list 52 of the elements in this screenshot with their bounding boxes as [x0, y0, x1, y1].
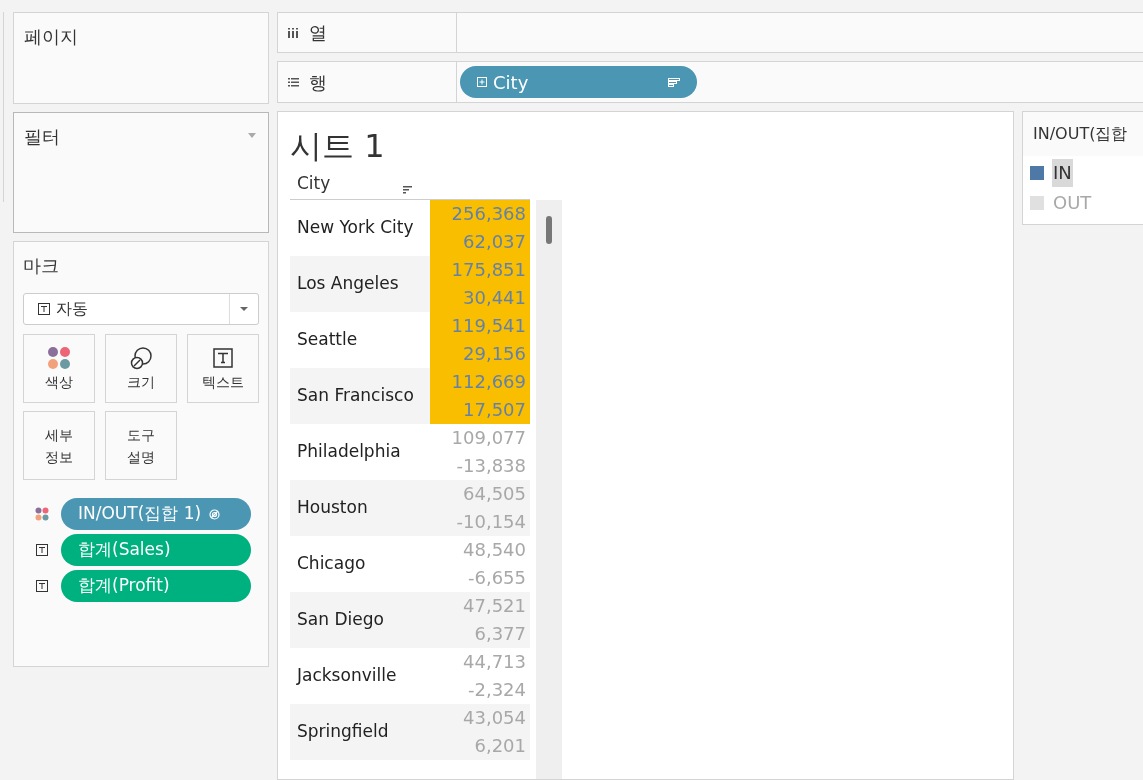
city-cell-text: Seattle [296, 328, 359, 352]
city-cell-text: Chicago [296, 552, 367, 576]
legend-title: IN/OUT(집합 [1033, 123, 1128, 145]
sheet-title: 시트 1 [290, 126, 386, 166]
set-icon [209, 508, 221, 520]
city-cell-text: Houston [296, 496, 369, 520]
city-cell-text: San Diego [296, 608, 385, 632]
scrollbar-thumb[interactable] [546, 216, 552, 244]
city-cell-text: Los Angeles [296, 272, 400, 296]
card-title: 페이지 [24, 26, 78, 47]
value-cell-text: 43,054 6,201 [462, 706, 527, 758]
value-cell-text: 48,540 -6,655 [462, 538, 527, 590]
four-dots-icon [35, 507, 49, 521]
card-title: 필터 [24, 125, 60, 149]
mark-color-button[interactable]: 색상 [23, 334, 95, 403]
legend-item[interactable]: IN [1052, 159, 1073, 187]
mark-detail-button[interactable]: 세부 정보 [23, 411, 95, 480]
text-icon [36, 580, 48, 592]
columns-icon [288, 27, 299, 38]
mark-type-label: 자동 [56, 298, 89, 320]
four-dots-icon [47, 345, 71, 370]
value-cell: 175,851 30,441 [430, 256, 530, 312]
value-cell-text: 47,521 6,377 [462, 594, 527, 646]
text-mark-icon [38, 303, 50, 315]
dropdown-caret-icon [240, 307, 248, 311]
city-cell-text: New York City [296, 216, 415, 240]
shelf-label: 행 [309, 70, 327, 95]
mark-type-dropdown[interactable]: 자동 [23, 293, 259, 325]
city-cell-text: Jacksonville [295, 664, 398, 688]
city-cell-text: Springfield [296, 720, 390, 744]
dropdown-caret-icon[interactable] [248, 133, 256, 138]
size-circles-icon [129, 345, 153, 370]
value-cell: 112,669 17,507 [430, 368, 530, 424]
text-icon [36, 544, 48, 556]
column-header: City [297, 171, 332, 195]
city-cell-text: San Francisco [296, 384, 415, 408]
card-title: 마크 [23, 254, 60, 278]
sort-icon[interactable] [403, 186, 412, 194]
mark-text-button[interactable]: 텍스트 [187, 334, 259, 403]
text-icon [213, 347, 233, 368]
city-cell-text: Philadelphia [296, 440, 402, 464]
mark-tooltip-button[interactable]: 도구 설명 [105, 411, 177, 480]
value-cell-text: 109,077 -13,838 [450, 426, 527, 478]
value-cell: 256,368 62,037 [430, 200, 530, 256]
value-cell-text: 64,505 -10,154 [455, 482, 527, 534]
shelf-label: 열 [309, 21, 327, 45]
value-cell-text: 44,713 -2,324 [462, 650, 527, 702]
mark-size-button[interactable]: 크기 [105, 334, 177, 403]
rows-icon [288, 77, 299, 87]
expand-icon [477, 77, 487, 87]
sort-icon [668, 77, 680, 87]
value-cell: 119,541 29,156 [430, 312, 530, 368]
